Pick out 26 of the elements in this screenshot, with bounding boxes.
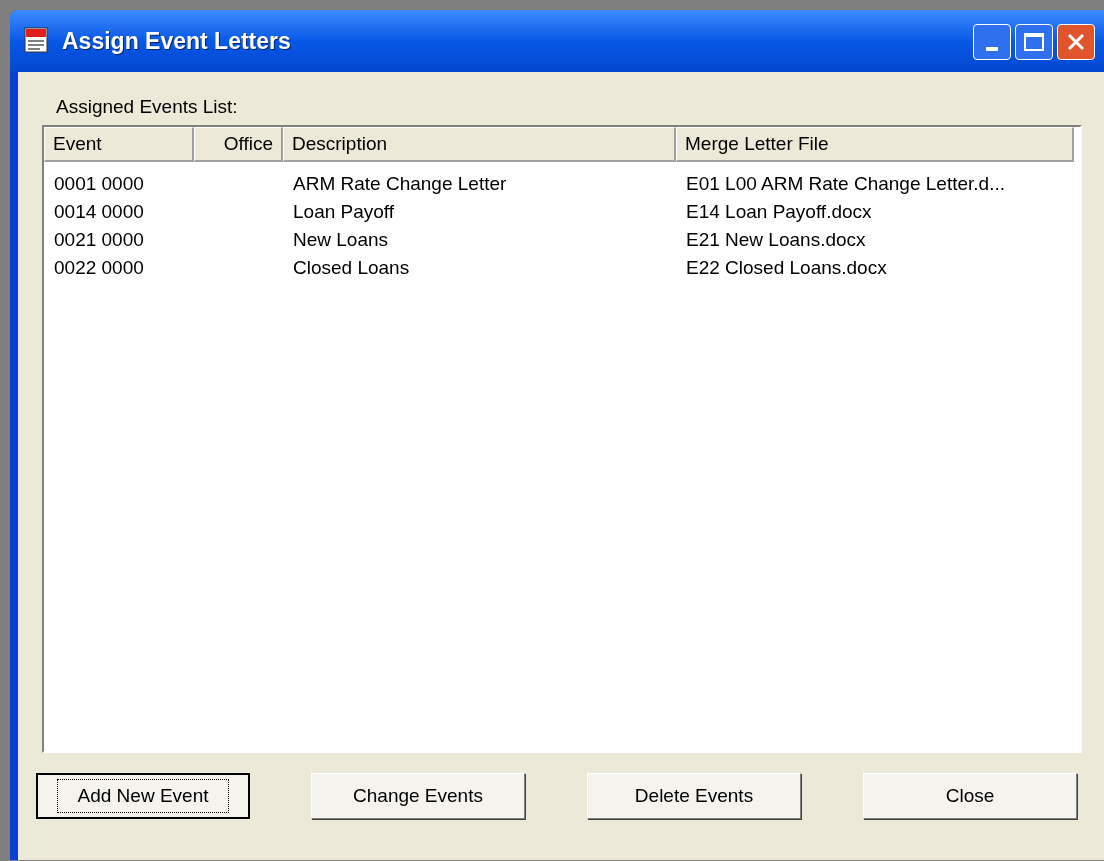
action-button[interactable]: Add New Event xyxy=(36,773,250,819)
table-cell-text: E21 New Loans.docx xyxy=(685,227,867,252)
table-cell-text: ARM Rate Change Letter xyxy=(292,171,508,196)
action-button[interactable]: Delete Events xyxy=(587,773,801,819)
table-cell-text: Closed Loans xyxy=(292,255,411,280)
table-cell-text: 0014 0000 xyxy=(53,199,145,224)
list-label: Assigned Events List: xyxy=(56,95,238,119)
column-header[interactable]: Description xyxy=(283,127,676,162)
table-cell-text: E01 L00 ARM Rate Change Letter.d... xyxy=(685,171,1006,196)
close-icon xyxy=(1066,32,1086,52)
column-header[interactable]: Office xyxy=(194,127,283,162)
close-button[interactable] xyxy=(1057,24,1095,60)
table-cell-text: 0001 0000 xyxy=(53,171,145,196)
column-header[interactable]: Event xyxy=(44,127,194,162)
action-button[interactable]: Close xyxy=(863,773,1077,819)
column-header[interactable]: Merge Letter File xyxy=(676,127,1074,162)
table-cell-text: 0021 0000 xyxy=(53,227,145,252)
window-title: Assign Event Letters xyxy=(62,26,291,56)
table-cell-text: E22 Closed Loans.docx xyxy=(685,255,888,280)
table-cell-text: New Loans xyxy=(292,227,390,252)
table-cell-text: E14 Loan Payoff.docx xyxy=(685,199,873,224)
table-cell-text: Loan Payoff xyxy=(292,199,396,224)
minimize-button[interactable] xyxy=(973,24,1011,60)
action-button[interactable]: Change Events xyxy=(311,773,525,819)
maximize-button[interactable] xyxy=(1015,24,1053,60)
table-cell-text: 0022 0000 xyxy=(53,255,145,280)
